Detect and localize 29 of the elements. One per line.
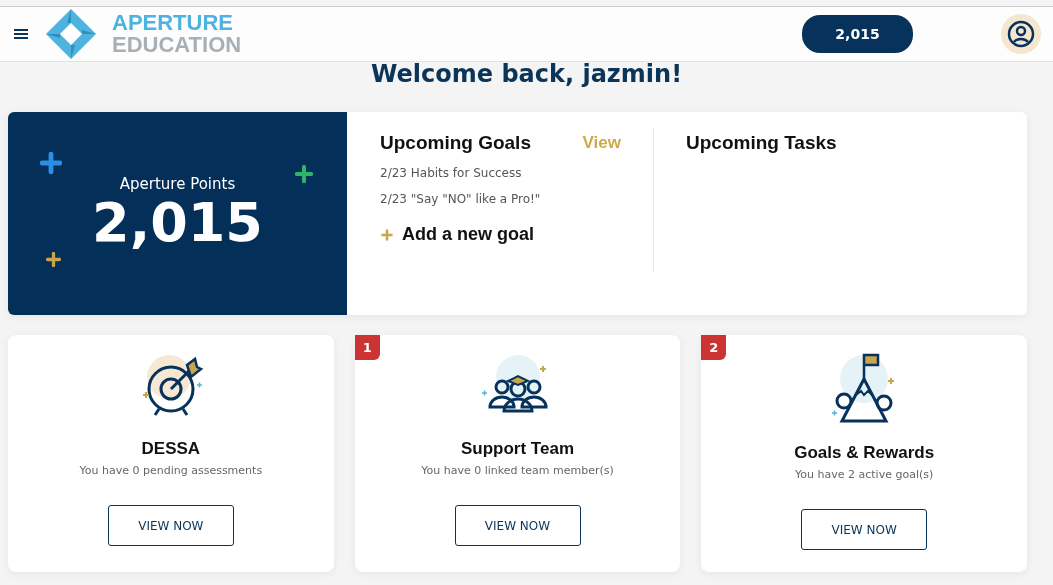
logo-text: APERTURE	[112, 12, 234, 34]
logo-subtext: EDUCATION	[112, 34, 242, 56]
plus-icon	[295, 165, 313, 183]
points-value: 2,015	[92, 192, 263, 253]
avatar[interactable]	[1001, 14, 1041, 54]
view-now-button[interactable]: VIEW NOW	[801, 509, 928, 550]
menu-icon[interactable]	[12, 27, 30, 41]
user-icon	[1007, 20, 1035, 48]
card-title: Support Team	[461, 439, 574, 459]
points-label: Aperture Points	[119, 174, 236, 193]
goal-item[interactable]: 2/23 Habits for Success	[380, 166, 653, 184]
plus-icon	[46, 252, 61, 267]
view-now-button[interactable]: VIEW NOW	[454, 505, 581, 546]
view-now-button[interactable]: VIEW NOW	[107, 505, 234, 546]
points-pill[interactable]: 2,015	[802, 15, 913, 53]
goals-heading: Upcoming Goals	[380, 132, 531, 154]
card-subtitle: You have 0 linked team member(s)	[421, 464, 614, 477]
count-badge: 2	[701, 335, 727, 360]
card-subtitle: You have 0 pending assessments	[79, 464, 263, 477]
plus-icon	[380, 227, 394, 242]
card-title: Goals & Rewards	[794, 443, 935, 463]
card-subtitle: You have 2 active goal(s)	[795, 468, 934, 481]
card-title: DESSA	[141, 439, 201, 459]
welcome-heading: Welcome back, jazmin!	[369, 62, 684, 88]
count-badge: 1	[354, 335, 380, 360]
add-goal-button[interactable]: Add a new goal	[380, 224, 534, 245]
goal-item[interactable]: 2/23 "Say "NO" like a Pro!"	[380, 192, 653, 210]
tasks-heading: Upcoming Tasks	[686, 132, 837, 153]
plus-icon	[40, 152, 62, 174]
